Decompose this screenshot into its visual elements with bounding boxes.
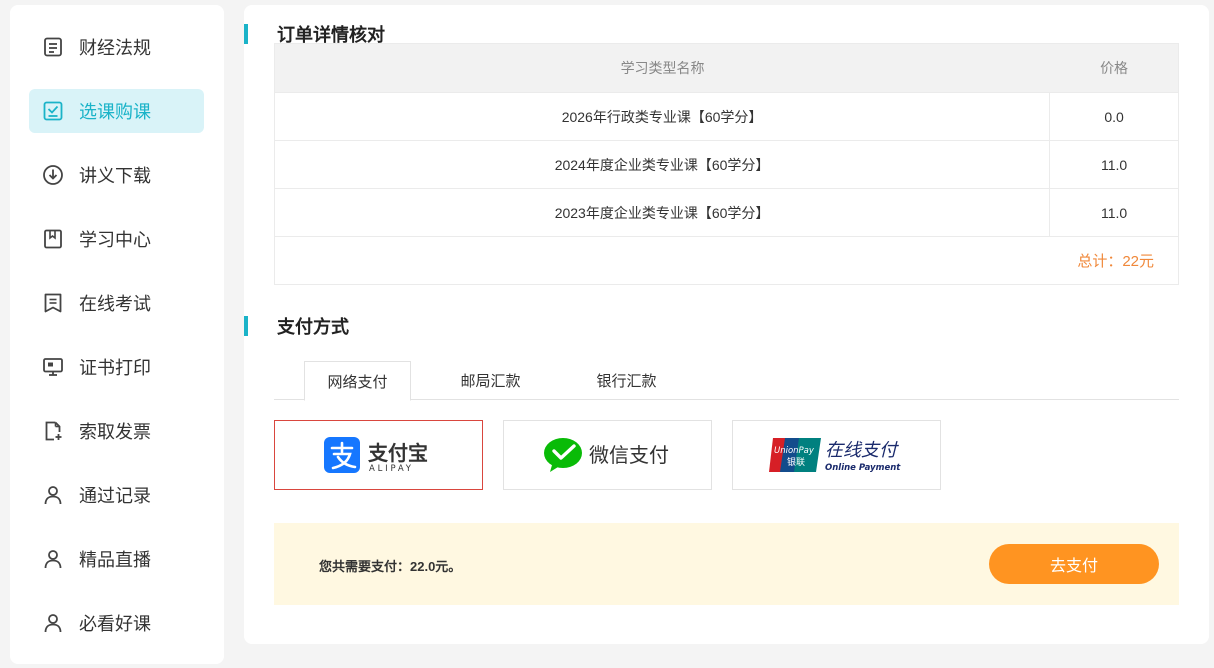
sidebar-item-pass-records[interactable]: 通过记录 [29, 473, 204, 517]
checkbox-icon [41, 99, 65, 123]
sidebar-item-certificate-print[interactable]: 证书打印 [29, 345, 204, 389]
payment-tabs: 网络支付 邮局汇款 银行汇款 [274, 361, 1179, 401]
wechat-logo-icon: 微信支付 [543, 438, 669, 472]
column-header-price: 价格 [1100, 60, 1129, 76]
section-accent-bar [244, 316, 248, 336]
wechat-name: 微信支付 [589, 443, 669, 467]
alipay-sub: ALIPAY [369, 464, 414, 474]
course-name: 2026年行政类专业课【60学分】 [275, 93, 1051, 140]
payment-section-title: 支付方式 [244, 316, 349, 337]
unionpay-logo-cn: 银联 [787, 456, 805, 468]
course-name: 2024年度企业类专业课【60学分】 [275, 141, 1051, 188]
user-icon [41, 483, 65, 507]
main-panel: 订单详情核对 学习类型名称 价格 2026年行政类专业课【60学分】 0.0 2… [244, 5, 1209, 644]
sidebar-item-label: 证书打印 [79, 358, 151, 378]
payment-summary: 您共需要支付：22.0元。 去支付 [274, 523, 1179, 605]
sidebar-item-live-courses[interactable]: 精品直播 [29, 537, 204, 581]
user-icon [41, 611, 65, 635]
section-accent-bar [244, 24, 248, 44]
sidebar-item-handout-download[interactable]: 讲义下载 [29, 153, 204, 197]
sidebar-item-regulations[interactable]: 财经法规 [29, 25, 204, 69]
course-price: 11.0 [1100, 204, 1128, 221]
order-total: 总计：22元 [275, 236, 1178, 284]
tab-postal-remittance[interactable]: 邮局汇款 [434, 361, 547, 400]
table-row: 2024年度企业类专业课【60学分】 11.0 [275, 140, 1178, 188]
sidebar: 财经法规 选课购课 讲义下载 学习中心 在线考试 证书打印 索取发票 通过记录 … [10, 5, 224, 664]
sidebar-item-online-exam[interactable]: 在线考试 [29, 281, 204, 325]
sidebar-item-label: 在线考试 [79, 294, 151, 314]
table-header: 学习类型名称 价格 [275, 44, 1178, 92]
sidebar-item-label: 通过记录 [79, 486, 151, 506]
sidebar-item-must-watch[interactable]: 必看好课 [29, 601, 204, 645]
course-price: 0.0 [1104, 108, 1124, 125]
pay-button[interactable]: 去支付 [989, 544, 1159, 584]
order-section-title: 订单详情核对 [244, 24, 385, 45]
alipay-option[interactable]: 支付宝 ALIPAY [274, 420, 483, 490]
sidebar-item-label: 索取发票 [79, 422, 151, 442]
order-table: 学习类型名称 价格 2026年行政类专业课【60学分】 0.0 2024年度企业… [274, 43, 1179, 285]
unionpay-option[interactable]: UnionPay 银联 在线支付 Online Payment [732, 420, 941, 490]
sidebar-item-label: 必看好课 [79, 614, 151, 634]
invoice-icon [41, 419, 65, 443]
sidebar-item-label: 讲义下载 [79, 166, 151, 186]
download-icon [41, 163, 65, 187]
sidebar-item-label: 财经法规 [79, 38, 151, 58]
wechat-pay-option[interactable]: 微信支付 [503, 420, 712, 490]
table-row: 2026年行政类专业课【60学分】 0.0 [275, 92, 1178, 140]
tab-bank-remittance[interactable]: 银行汇款 [570, 361, 683, 400]
course-name: 2023年度企业类专业课【60学分】 [275, 189, 1051, 236]
payment-title: 支付方式 [277, 317, 349, 337]
sidebar-item-label: 精品直播 [79, 550, 151, 570]
document-icon [41, 35, 65, 59]
sidebar-item-label: 学习中心 [79, 230, 151, 250]
alipay-logo-icon: 支付宝 ALIPAY [323, 437, 428, 474]
column-header-name: 学习类型名称 [620, 60, 705, 76]
course-price: 11.0 [1100, 156, 1128, 173]
alipay-name: 支付宝 [368, 441, 428, 465]
tab-online-payment[interactable]: 网络支付 [304, 361, 411, 401]
user-icon [41, 547, 65, 571]
monitor-icon [41, 355, 65, 379]
bookmark-icon [41, 227, 65, 251]
sidebar-item-request-invoice[interactable]: 索取发票 [29, 409, 204, 453]
sidebar-item-learning-center[interactable]: 学习中心 [29, 217, 204, 261]
table-row: 2023年度企业类专业课【60学分】 11.0 [275, 188, 1178, 236]
unionpay-name: 在线支付 [825, 440, 899, 461]
amount-due-text: 您共需要支付：22.0元。 [319, 559, 462, 574]
sidebar-item-course-purchase[interactable]: 选课购课 [29, 89, 204, 133]
unionpay-logo-text: UnionPay [774, 446, 815, 456]
exam-icon [41, 291, 65, 315]
unionpay-sub: Online Payment [825, 463, 901, 473]
sidebar-item-label: 选课购课 [79, 102, 151, 122]
unionpay-logo-icon: UnionPay 银联 在线支付 Online Payment [768, 438, 901, 473]
